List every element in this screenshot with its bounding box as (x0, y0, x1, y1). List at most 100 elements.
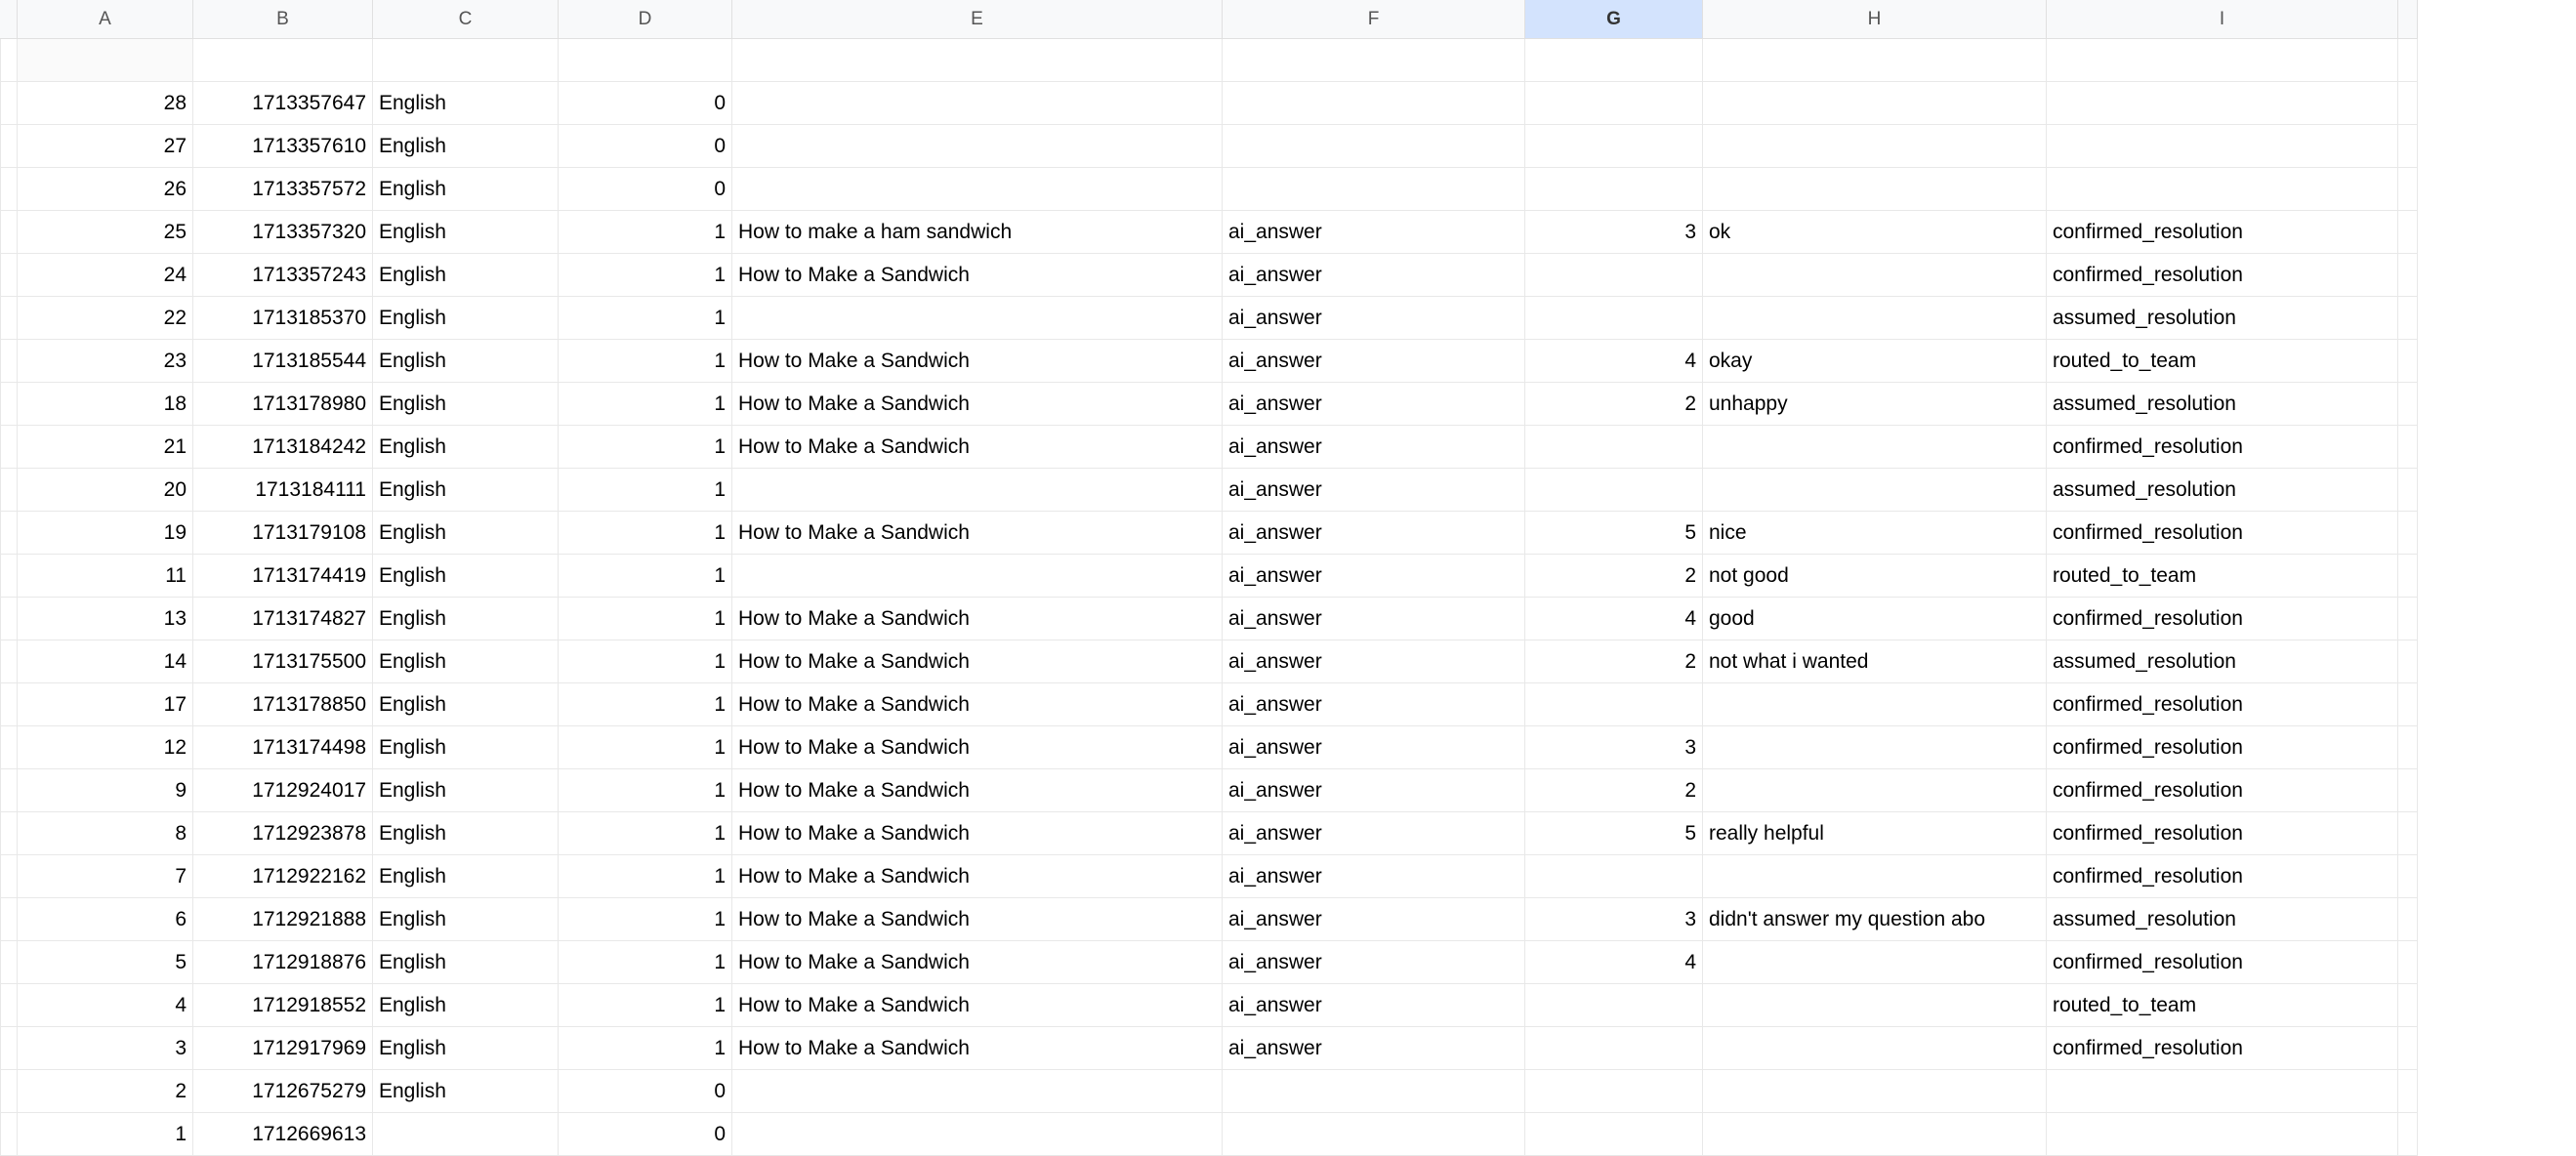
data-cell[interactable] (732, 168, 1223, 211)
data-cell[interactable]: ai_answer (1223, 898, 1525, 941)
data-cell[interactable]: 1 (559, 297, 732, 340)
column-header-D[interactable]: D (559, 0, 732, 39)
data-cell[interactable]: 1 (559, 340, 732, 383)
header-cell-rating_remark[interactable] (1703, 39, 2047, 82)
data-cell[interactable]: English (373, 469, 559, 512)
data-cell[interactable]: English (373, 512, 559, 555)
data-cell[interactable] (1525, 1070, 1703, 1113)
data-cell[interactable]: ai_answer (1223, 683, 1525, 726)
column-header-E[interactable]: E (732, 0, 1223, 39)
data-cell[interactable] (1525, 297, 1703, 340)
data-cell[interactable]: 3 (1525, 898, 1703, 941)
data-cell[interactable] (1703, 984, 2047, 1027)
data-cell[interactable]: English (373, 726, 559, 769)
data-cell[interactable]: 1713357610 (193, 125, 373, 168)
data-cell[interactable]: not what i wanted (1703, 640, 2047, 683)
data-cell[interactable]: ai_answer (1223, 469, 1525, 512)
data-cell[interactable]: How to Make a Sandwich (732, 254, 1223, 297)
data-cell[interactable] (1703, 941, 2047, 984)
data-cell[interactable]: ai_answer (1223, 1027, 1525, 1070)
corner-cell[interactable] (0, 0, 18, 39)
data-cell[interactable]: How to Make a Sandwich (732, 769, 1223, 812)
data-cell[interactable] (1223, 82, 1525, 125)
data-cell[interactable]: 1713174827 (193, 598, 373, 640)
data-cell[interactable]: 3 (18, 1027, 193, 1070)
column-header-H[interactable]: H (1703, 0, 2047, 39)
data-cell[interactable]: English (373, 598, 559, 640)
data-cell[interactable]: confirmed_resolution (2047, 941, 2398, 984)
data-cell[interactable]: English (373, 426, 559, 469)
header-cell-id[interactable] (18, 39, 193, 82)
header-cell-language[interactable] (373, 39, 559, 82)
data-cell[interactable]: 1 (559, 383, 732, 426)
data-cell[interactable]: 0 (559, 168, 732, 211)
data-cell[interactable]: 5 (1525, 812, 1703, 855)
data-cell[interactable]: 1713185544 (193, 340, 373, 383)
data-cell[interactable] (732, 1113, 1223, 1156)
data-cell[interactable] (1703, 726, 2047, 769)
data-cell[interactable]: 7 (18, 855, 193, 898)
data-cell[interactable]: ai_answer (1223, 555, 1525, 598)
data-cell[interactable]: ai_answer (1223, 211, 1525, 254)
data-cell[interactable] (1703, 855, 2047, 898)
data-cell[interactable]: English (373, 984, 559, 1027)
data-cell[interactable]: assumed_resolution (2047, 898, 2398, 941)
data-cell[interactable]: 1713174498 (193, 726, 373, 769)
data-cell[interactable]: confirmed_resolution (2047, 512, 2398, 555)
data-cell[interactable] (1525, 984, 1703, 1027)
data-cell[interactable]: 9 (18, 769, 193, 812)
data-cell[interactable]: 13 (18, 598, 193, 640)
data-cell[interactable]: confirmed_resolution (2047, 726, 2398, 769)
data-cell[interactable]: English (373, 168, 559, 211)
data-cell[interactable]: not good (1703, 555, 2047, 598)
data-cell[interactable]: 1 (559, 984, 732, 1027)
data-cell[interactable] (1223, 1113, 1525, 1156)
data-cell[interactable] (2047, 1070, 2398, 1113)
data-cell[interactable] (1703, 254, 2047, 297)
header-cell-rating[interactable] (1525, 39, 1703, 82)
data-cell[interactable]: 1712922162 (193, 855, 373, 898)
column-header-F[interactable]: F (1223, 0, 1525, 39)
header-cell-ai_agent_partic[interactable] (559, 39, 732, 82)
data-cell[interactable]: good (1703, 598, 2047, 640)
data-cell[interactable] (732, 125, 1223, 168)
data-cell[interactable]: confirmed_resolution (2047, 769, 2398, 812)
data-cell[interactable]: routed_to_team (2047, 984, 2398, 1027)
data-cell[interactable]: English (373, 898, 559, 941)
data-cell[interactable]: 23 (18, 340, 193, 383)
data-cell[interactable]: 1713357572 (193, 168, 373, 211)
data-cell[interactable] (1703, 168, 2047, 211)
data-cell[interactable]: 5 (1525, 512, 1703, 555)
data-cell[interactable]: ai_answer (1223, 426, 1525, 469)
data-cell[interactable]: English (373, 297, 559, 340)
data-cell[interactable]: 3 (1525, 211, 1703, 254)
column-header-B[interactable]: B (193, 0, 373, 39)
data-cell[interactable] (732, 82, 1223, 125)
data-cell[interactable]: ai_answer (1223, 812, 1525, 855)
data-cell[interactable]: 1713184242 (193, 426, 373, 469)
data-cell[interactable]: 0 (559, 125, 732, 168)
data-cell[interactable]: 1712669613 (193, 1113, 373, 1156)
data-cell[interactable]: 6 (18, 898, 193, 941)
data-cell[interactable]: English (373, 254, 559, 297)
data-cell[interactable]: English (373, 555, 559, 598)
data-cell[interactable]: How to Make a Sandwich (732, 941, 1223, 984)
data-cell[interactable]: 1 (559, 469, 732, 512)
data-cell[interactable] (732, 1070, 1223, 1113)
data-cell[interactable] (1525, 168, 1703, 211)
data-cell[interactable]: confirmed_resolution (2047, 683, 2398, 726)
column-header-G[interactable]: G (1525, 0, 1703, 39)
data-cell[interactable]: 1 (559, 812, 732, 855)
data-cell[interactable]: 3 (1525, 726, 1703, 769)
data-cell[interactable]: ai_answer (1223, 640, 1525, 683)
data-cell[interactable]: 1 (559, 1027, 732, 1070)
data-cell[interactable]: assumed_resolution (2047, 297, 2398, 340)
data-cell[interactable]: assumed_resolution (2047, 469, 2398, 512)
data-cell[interactable]: ai_answer (1223, 726, 1525, 769)
data-cell[interactable]: 1712918876 (193, 941, 373, 984)
header-cell-created_at[interactable] (193, 39, 373, 82)
data-cell[interactable]: 14 (18, 640, 193, 683)
data-cell[interactable]: 22 (18, 297, 193, 340)
header-cell-last_answer_type[interactable] (1223, 39, 1525, 82)
data-cell[interactable]: 1713185370 (193, 297, 373, 340)
